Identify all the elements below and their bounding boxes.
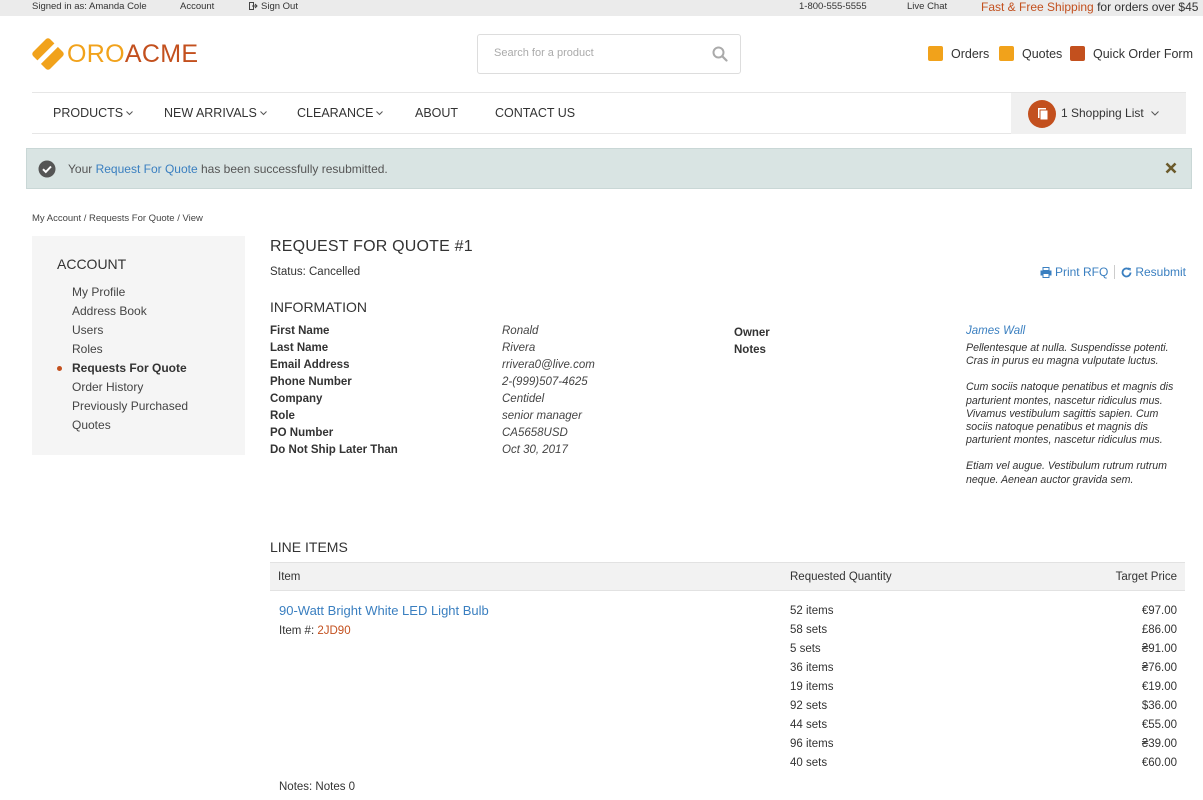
product-name-link[interactable]: 90-Watt Bright White LED Light Bulb bbox=[279, 603, 489, 618]
quick-order-form-link[interactable]: Quick Order Form bbox=[1070, 46, 1193, 61]
owner-link[interactable]: James Wall bbox=[966, 325, 1025, 337]
rfq-actions: Print RFQ Resubmit bbox=[1040, 265, 1186, 279]
quantity-value: 58 sets bbox=[790, 624, 828, 636]
logo-icon bbox=[32, 38, 64, 70]
information-heading: INFORMATION bbox=[270, 299, 367, 315]
quantity-value: 36 items bbox=[790, 662, 834, 674]
owner-row: Owner bbox=[734, 325, 770, 342]
logo-text-acme: ACME bbox=[124, 39, 199, 68]
price-value: €55.00 bbox=[1141, 719, 1177, 731]
notes-paragraph: Pellentesque at nulla. Suspendisse poten… bbox=[966, 342, 1169, 368]
sidebar-item-users[interactable]: Users bbox=[72, 323, 188, 342]
price-value: £86.00 bbox=[1141, 624, 1177, 636]
status-label: Status: Cancelled bbox=[270, 266, 361, 278]
orders-link[interactable]: Orders bbox=[928, 46, 989, 61]
price-value: €97.00 bbox=[1141, 605, 1177, 617]
sidebar-item-requests-for-quote[interactable]: Requests For Quote bbox=[56, 361, 188, 380]
logo-text-oro: ORO bbox=[67, 39, 125, 68]
quantity-value: 19 items bbox=[790, 681, 834, 693]
sidebar-item-order-history[interactable]: Order History bbox=[72, 380, 188, 399]
site-logo[interactable]: ORO ACME bbox=[32, 38, 198, 70]
price-value: €60.00 bbox=[1141, 757, 1177, 769]
line-items-heading: LINE ITEMS bbox=[270, 539, 348, 555]
quantity-value: 92 sets bbox=[790, 700, 828, 712]
check-circle-icon bbox=[38, 160, 56, 178]
price-value: ₴76.00 bbox=[1141, 662, 1177, 674]
chevron-down-icon bbox=[376, 111, 384, 116]
search-icon[interactable] bbox=[712, 46, 728, 62]
sidebar-item-my-profile[interactable]: My Profile bbox=[72, 285, 188, 304]
search-box bbox=[477, 34, 741, 74]
signed-in-label: Signed in as: Amanda Cole bbox=[32, 1, 147, 12]
action-divider bbox=[1114, 265, 1116, 279]
breadcrumb[interactable]: My Account / Requests For Quote / View bbox=[32, 213, 203, 224]
sign-out-link[interactable]: Sign Out bbox=[249, 1, 298, 12]
col-item: Item bbox=[278, 571, 301, 583]
orders-icon bbox=[928, 46, 943, 61]
notes-paragraph: Etiam vel augue. Vestibulum rutrum rutru… bbox=[966, 460, 1167, 486]
success-alert: Your Request For Quote has been successf… bbox=[26, 148, 1192, 189]
quotes-link[interactable]: Quotes bbox=[999, 46, 1062, 61]
sidebar-item-address-book[interactable]: Address Book bbox=[72, 304, 188, 323]
col-requested-quantity: Requested Quantity bbox=[790, 571, 892, 583]
page-title: REQUEST FOR QUOTE #1 bbox=[270, 238, 473, 255]
price-value: ₴91.00 bbox=[1141, 643, 1177, 655]
nav-contact-us[interactable]: CONTACT US bbox=[495, 106, 575, 120]
print-rfq-button[interactable]: Print RFQ bbox=[1040, 265, 1108, 279]
notes-label: Notes bbox=[734, 344, 766, 356]
col-target-price: Target Price bbox=[1115, 571, 1177, 583]
quantity-value: 40 sets bbox=[790, 757, 828, 769]
shopping-list-dropdown[interactable]: 1 Shopping List bbox=[1011, 93, 1186, 134]
sidebar-item-roles[interactable]: Roles bbox=[72, 342, 188, 361]
nav-new-arrivals[interactable]: NEW ARRIVALS bbox=[164, 106, 267, 120]
notes-text: Pellentesque at nulla. Suspendisse poten… bbox=[966, 342, 1181, 500]
shopping-list-label: 1 Shopping List bbox=[1061, 106, 1159, 120]
sidebar-item-previously-purchased[interactable]: Previously Purchased bbox=[72, 399, 188, 418]
owner-label: Owner bbox=[734, 327, 770, 339]
printer-icon bbox=[1040, 267, 1052, 278]
line-items-header: Item Requested Quantity Target Price bbox=[270, 562, 1185, 591]
product-sku: Item #: 2JD90 bbox=[279, 625, 351, 637]
chevron-down-icon bbox=[260, 111, 267, 116]
quantity-value: 52 items bbox=[790, 605, 834, 617]
quantity-list: 52 items 58 sets 5 sets 36 items 19 item… bbox=[790, 605, 833, 776]
line-item-notes: Notes: Notes 0 bbox=[279, 781, 356, 793]
quantity-value: 96 items bbox=[790, 738, 834, 750]
price-list: €97.00 £86.00 ₴91.00 ₴76.00 €19.00 $36.0… bbox=[1142, 605, 1177, 776]
chevron-down-icon bbox=[126, 111, 134, 116]
nav-clearance[interactable]: CLEARANCE bbox=[297, 106, 384, 120]
phone-number: 1-800-555-5555 bbox=[799, 1, 867, 12]
refresh-icon bbox=[1121, 267, 1132, 278]
resubmit-button[interactable]: Resubmit bbox=[1121, 265, 1186, 279]
nav-about[interactable]: ABOUT bbox=[415, 106, 458, 120]
sidebar-menu: My Profile Address Book Users Roles Requ… bbox=[56, 285, 188, 437]
account-link[interactable]: Account bbox=[180, 1, 214, 12]
quotes-icon bbox=[999, 46, 1014, 61]
top-bar: Signed in as: Amanda Cole Account Sign O… bbox=[0, 0, 1203, 16]
price-value: $36.00 bbox=[1141, 700, 1177, 712]
account-sidebar: ACCOUNT My Profile Address Book Users Ro… bbox=[32, 236, 245, 455]
nav-products[interactable]: PRODUCTS bbox=[53, 106, 134, 120]
quantity-value: 44 sets bbox=[790, 719, 828, 731]
close-icon[interactable] bbox=[1165, 162, 1177, 174]
sign-out-icon bbox=[249, 2, 258, 10]
notes-row: Notes bbox=[734, 342, 770, 359]
search-input[interactable] bbox=[492, 46, 696, 60]
sidebar-item-quotes[interactable]: Quotes bbox=[72, 418, 188, 437]
price-value: ₴39.00 bbox=[1141, 738, 1177, 750]
quick-order-icon bbox=[1070, 46, 1085, 61]
quantity-value: 5 sets bbox=[790, 643, 821, 655]
alert-message: Your Request For Quote has been successf… bbox=[68, 162, 388, 176]
shopping-list-icon bbox=[1028, 100, 1056, 128]
shipping-promo: Fast & Free Shipping for orders over $45 bbox=[981, 0, 1199, 14]
owner-notes-labels: Owner Notes bbox=[734, 325, 770, 359]
price-value: €19.00 bbox=[1141, 681, 1177, 693]
alert-rfq-link[interactable]: Request For Quote bbox=[96, 162, 198, 176]
chevron-down-icon bbox=[1151, 111, 1159, 116]
sidebar-title: ACCOUNT bbox=[57, 256, 127, 272]
live-chat-link[interactable]: Live Chat bbox=[907, 1, 947, 12]
notes-paragraph: Cum sociis natoque penatibus et magnis d… bbox=[966, 381, 1174, 447]
